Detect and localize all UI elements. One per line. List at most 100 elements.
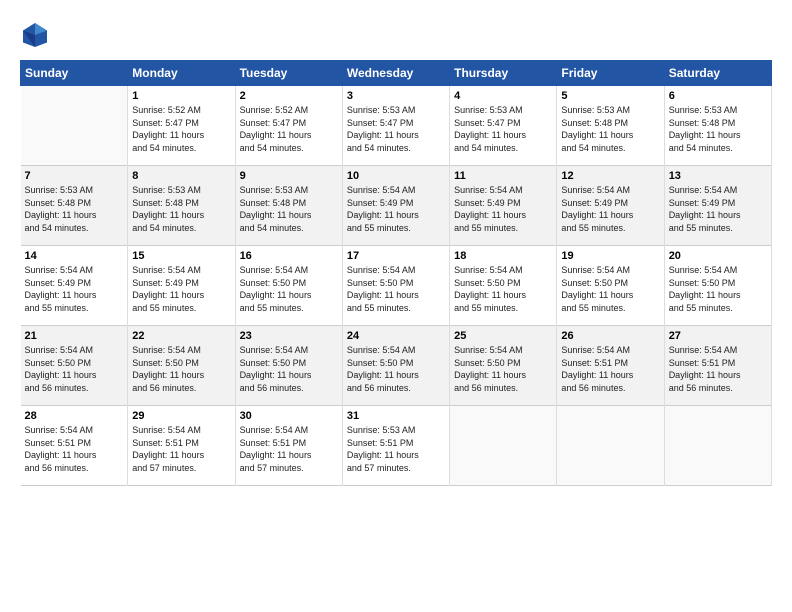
calendar-cell bbox=[21, 86, 128, 166]
day-info: Sunrise: 5:54 AM Sunset: 5:50 PM Dayligh… bbox=[347, 264, 445, 314]
day-info: Sunrise: 5:54 AM Sunset: 5:49 PM Dayligh… bbox=[454, 184, 552, 234]
day-number: 6 bbox=[669, 90, 767, 102]
day-number: 16 bbox=[240, 250, 338, 262]
day-number: 28 bbox=[25, 410, 124, 422]
day-info: Sunrise: 5:52 AM Sunset: 5:47 PM Dayligh… bbox=[132, 104, 230, 154]
calendar-cell: 3 Sunrise: 5:53 AM Sunset: 5:47 PM Daylig… bbox=[342, 86, 449, 166]
calendar-cell: 25 Sunrise: 5:54 AM Sunset: 5:50 PM Dayli… bbox=[450, 326, 557, 406]
calendar-table: SundayMondayTuesdayWednesdayThursdayFrid… bbox=[20, 60, 772, 486]
calendar-cell: 21Sunrise: 5:54 AM Sunset: 5:50 PM Dayli… bbox=[21, 326, 128, 406]
calendar-cell: 9Sunrise: 5:53 AM Sunset: 5:48 PM Daylig… bbox=[235, 166, 342, 246]
calendar-cell: 4 Sunrise: 5:53 AM Sunset: 5:47 PM Daylig… bbox=[450, 86, 557, 166]
day-number: 19 bbox=[561, 250, 659, 262]
calendar-cell: 12 Sunrise: 5:54 AM Sunset: 5:49 PM Dayli… bbox=[557, 166, 664, 246]
day-number: 8 bbox=[132, 170, 230, 182]
weekday-header-sunday: Sunday bbox=[21, 61, 128, 86]
day-number: 25 bbox=[454, 330, 552, 342]
calendar-cell: 2Sunrise: 5:52 AM Sunset: 5:47 PM Daylig… bbox=[235, 86, 342, 166]
week-row-4: 21Sunrise: 5:54 AM Sunset: 5:50 PM Dayli… bbox=[21, 326, 772, 406]
weekday-header-tuesday: Tuesday bbox=[235, 61, 342, 86]
calendar-cell bbox=[557, 406, 664, 486]
day-number: 14 bbox=[25, 250, 124, 262]
calendar-cell: 26Sunrise: 5:54 AM Sunset: 5:51 PM Dayli… bbox=[557, 326, 664, 406]
day-number: 18 bbox=[454, 250, 552, 262]
day-number: 20 bbox=[669, 250, 767, 262]
calendar-cell: 22 Sunrise: 5:54 AM Sunset: 5:50 PM Dayli… bbox=[128, 326, 235, 406]
day-number: 4 bbox=[454, 90, 552, 102]
day-info: Sunrise: 5:54 AM Sunset: 5:51 PM Dayligh… bbox=[25, 424, 124, 474]
day-number: 26 bbox=[561, 330, 659, 342]
calendar-cell bbox=[664, 406, 771, 486]
day-info: Sunrise: 5:53 AM Sunset: 5:48 PM Dayligh… bbox=[25, 184, 124, 234]
day-number: 5 bbox=[561, 90, 659, 102]
weekday-header-monday: Monday bbox=[128, 61, 235, 86]
calendar-cell: 20Sunrise: 5:54 AM Sunset: 5:50 PM Dayli… bbox=[664, 246, 771, 326]
day-info: Sunrise: 5:54 AM Sunset: 5:50 PM Dayligh… bbox=[240, 264, 338, 314]
day-info: Sunrise: 5:54 AM Sunset: 5:50 PM Dayligh… bbox=[454, 344, 552, 394]
day-number: 13 bbox=[669, 170, 767, 182]
day-number: 30 bbox=[240, 410, 338, 422]
day-number: 9 bbox=[240, 170, 338, 182]
day-number: 11 bbox=[454, 170, 552, 182]
calendar-cell: 10 Sunrise: 5:54 AM Sunset: 5:49 PM Dayli… bbox=[342, 166, 449, 246]
calendar-cell: 29 Sunrise: 5:54 AM Sunset: 5:51 PM Dayli… bbox=[128, 406, 235, 486]
calendar-cell: 7 Sunrise: 5:53 AM Sunset: 5:48 PM Daylig… bbox=[21, 166, 128, 246]
day-number: 7 bbox=[25, 170, 124, 182]
weekday-header-thursday: Thursday bbox=[450, 61, 557, 86]
calendar-header-row: SundayMondayTuesdayWednesdayThursdayFrid… bbox=[21, 61, 772, 86]
day-info: Sunrise: 5:54 AM Sunset: 5:50 PM Dayligh… bbox=[347, 344, 445, 394]
day-info: Sunrise: 5:53 AM Sunset: 5:51 PM Dayligh… bbox=[347, 424, 445, 474]
day-number: 22 bbox=[132, 330, 230, 342]
day-number: 2 bbox=[240, 90, 338, 102]
day-info: Sunrise: 5:54 AM Sunset: 5:49 PM Dayligh… bbox=[25, 264, 124, 314]
day-number: 29 bbox=[132, 410, 230, 422]
header bbox=[20, 20, 772, 50]
day-info: Sunrise: 5:54 AM Sunset: 5:51 PM Dayligh… bbox=[669, 344, 767, 394]
calendar-cell: 14 Sunrise: 5:54 AM Sunset: 5:49 PM Dayli… bbox=[21, 246, 128, 326]
week-row-2: 7 Sunrise: 5:53 AM Sunset: 5:48 PM Daylig… bbox=[21, 166, 772, 246]
day-number: 31 bbox=[347, 410, 445, 422]
calendar-cell: 1 Sunrise: 5:52 AM Sunset: 5:47 PM Daylig… bbox=[128, 86, 235, 166]
calendar-cell: 24 Sunrise: 5:54 AM Sunset: 5:50 PM Dayli… bbox=[342, 326, 449, 406]
day-info: Sunrise: 5:53 AM Sunset: 5:47 PM Dayligh… bbox=[454, 104, 552, 154]
day-number: 12 bbox=[561, 170, 659, 182]
calendar-cell: 28 Sunrise: 5:54 AM Sunset: 5:51 PM Dayli… bbox=[21, 406, 128, 486]
calendar-cell: 11 Sunrise: 5:54 AM Sunset: 5:49 PM Dayli… bbox=[450, 166, 557, 246]
day-info: Sunrise: 5:54 AM Sunset: 5:49 PM Dayligh… bbox=[669, 184, 767, 234]
calendar-cell: 23 Sunrise: 5:54 AM Sunset: 5:50 PM Dayli… bbox=[235, 326, 342, 406]
week-row-5: 28 Sunrise: 5:54 AM Sunset: 5:51 PM Dayli… bbox=[21, 406, 772, 486]
day-info: Sunrise: 5:53 AM Sunset: 5:48 PM Dayligh… bbox=[669, 104, 767, 154]
day-info: Sunrise: 5:54 AM Sunset: 5:50 PM Dayligh… bbox=[240, 344, 338, 394]
calendar-cell: 31 Sunrise: 5:53 AM Sunset: 5:51 PM Dayli… bbox=[342, 406, 449, 486]
day-number: 1 bbox=[132, 90, 230, 102]
week-row-1: 1 Sunrise: 5:52 AM Sunset: 5:47 PM Daylig… bbox=[21, 86, 772, 166]
day-number: 3 bbox=[347, 90, 445, 102]
day-info: Sunrise: 5:54 AM Sunset: 5:50 PM Dayligh… bbox=[561, 264, 659, 314]
day-info: Sunrise: 5:53 AM Sunset: 5:48 PM Dayligh… bbox=[132, 184, 230, 234]
day-info: Sunrise: 5:54 AM Sunset: 5:50 PM Dayligh… bbox=[454, 264, 552, 314]
day-number: 24 bbox=[347, 330, 445, 342]
calendar-body: 1 Sunrise: 5:52 AM Sunset: 5:47 PM Daylig… bbox=[21, 86, 772, 486]
week-row-3: 14 Sunrise: 5:54 AM Sunset: 5:49 PM Dayli… bbox=[21, 246, 772, 326]
day-number: 23 bbox=[240, 330, 338, 342]
day-number: 10 bbox=[347, 170, 445, 182]
calendar-cell: 27 Sunrise: 5:54 AM Sunset: 5:51 PM Dayli… bbox=[664, 326, 771, 406]
day-info: Sunrise: 5:54 AM Sunset: 5:50 PM Dayligh… bbox=[132, 344, 230, 394]
day-info: Sunrise: 5:54 AM Sunset: 5:49 PM Dayligh… bbox=[347, 184, 445, 234]
page: SundayMondayTuesdayWednesdayThursdayFrid… bbox=[0, 0, 792, 496]
calendar-cell: 8 Sunrise: 5:53 AM Sunset: 5:48 PM Daylig… bbox=[128, 166, 235, 246]
calendar-cell: 6 Sunrise: 5:53 AM Sunset: 5:48 PM Daylig… bbox=[664, 86, 771, 166]
day-info: Sunrise: 5:54 AM Sunset: 5:51 PM Dayligh… bbox=[132, 424, 230, 474]
calendar-cell: 15Sunrise: 5:54 AM Sunset: 5:49 PM Dayli… bbox=[128, 246, 235, 326]
day-info: Sunrise: 5:54 AM Sunset: 5:49 PM Dayligh… bbox=[561, 184, 659, 234]
logo-icon bbox=[20, 20, 50, 50]
calendar-cell: 13 Sunrise: 5:54 AM Sunset: 5:49 PM Dayli… bbox=[664, 166, 771, 246]
calendar-cell bbox=[450, 406, 557, 486]
day-number: 27 bbox=[669, 330, 767, 342]
day-info: Sunrise: 5:53 AM Sunset: 5:48 PM Dayligh… bbox=[561, 104, 659, 154]
day-info: Sunrise: 5:54 AM Sunset: 5:50 PM Dayligh… bbox=[25, 344, 124, 394]
day-info: Sunrise: 5:53 AM Sunset: 5:47 PM Dayligh… bbox=[347, 104, 445, 154]
logo bbox=[20, 20, 54, 50]
calendar-cell: 5 Sunrise: 5:53 AM Sunset: 5:48 PM Daylig… bbox=[557, 86, 664, 166]
day-number: 15 bbox=[132, 250, 230, 262]
